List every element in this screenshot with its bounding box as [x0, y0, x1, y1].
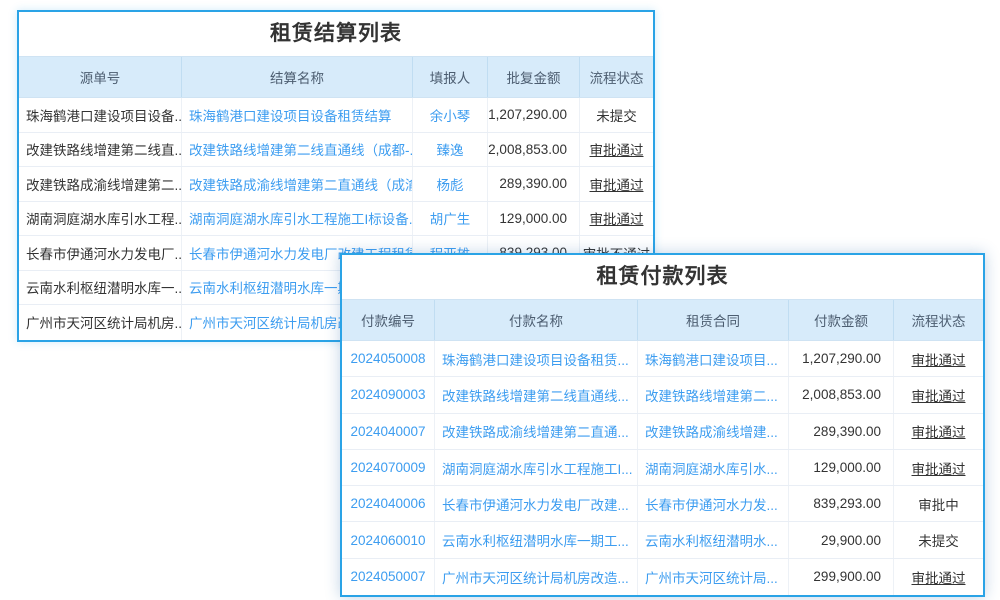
- payment-name-link[interactable]: 改建铁路成渝线增建第二直通...: [434, 414, 637, 449]
- payment-amount-cell: 299,900.00: [788, 559, 893, 595]
- table-row: 2024050008珠海鹤港口建设项目设备租赁...珠海鹤港口建设项目...1,…: [342, 341, 983, 377]
- status-badge[interactable]: 审批通过: [579, 202, 653, 236]
- column-header-5: 流程状态: [893, 300, 983, 340]
- status-badge[interactable]: 审批通过: [893, 450, 983, 485]
- payment-table-title: 租赁付款列表: [342, 255, 983, 299]
- status-badge: 未提交: [893, 522, 983, 557]
- source-order-cell: 湖南洞庭湖水库引水工程...: [19, 202, 181, 236]
- reporter-link[interactable]: 胡广生: [412, 202, 487, 236]
- table-row: 2024040007改建铁路成渝线增建第二直通...改建铁路成渝线增建...28…: [342, 414, 983, 450]
- lease-contract-link[interactable]: 改建铁路成渝线增建...: [637, 414, 788, 449]
- table-row: 2024090003改建铁路线增建第二线直通线...改建铁路线增建第二...2,…: [342, 377, 983, 413]
- lease-contract-link[interactable]: 广州市天河区统计局...: [637, 559, 788, 595]
- source-order-cell: 云南水利枢纽潜明水库一...: [19, 271, 181, 305]
- payment-no-link[interactable]: 2024060010: [342, 522, 434, 557]
- payment-no-link[interactable]: 2024050008: [342, 341, 434, 376]
- status-badge[interactable]: 审批通过: [893, 377, 983, 412]
- table-row: 改建铁路成渝线增建第二...改建铁路成渝线增建第二直通线（成渝...杨彪289,…: [19, 167, 653, 202]
- payment-name-link[interactable]: 长春市伊通河水力发电厂改建...: [434, 486, 637, 521]
- status-badge: 未提交: [579, 98, 653, 132]
- table-row: 珠海鹤港口建设项目设备...珠海鹤港口建设项目设备租赁结算余小琴1,207,29…: [19, 98, 653, 133]
- status-badge[interactable]: 审批通过: [579, 167, 653, 201]
- payment-amount-cell: 1,207,290.00: [788, 341, 893, 376]
- payment-no-link[interactable]: 2024040007: [342, 414, 434, 449]
- lease-contract-link[interactable]: 改建铁路线增建第二...: [637, 377, 788, 412]
- payment-name-link[interactable]: 珠海鹤港口建设项目设备租赁...: [434, 341, 637, 376]
- source-order-cell: 珠海鹤港口建设项目设备...: [19, 98, 181, 132]
- approved-amount-cell: 289,390.00: [487, 167, 579, 201]
- payment-amount-cell: 289,390.00: [788, 414, 893, 449]
- payment-no-link[interactable]: 2024040006: [342, 486, 434, 521]
- column-header-5: 流程状态: [579, 57, 653, 97]
- settlement-name-link[interactable]: 改建铁路线增建第二线直通线（成都-...: [181, 133, 412, 167]
- table-row: 2024070009湖南洞庭湖水库引水工程施工I...湖南洞庭湖水库引水...1…: [342, 450, 983, 486]
- settlement-name-link[interactable]: 珠海鹤港口建设项目设备租赁结算: [181, 98, 412, 132]
- reporter-link[interactable]: 余小琴: [412, 98, 487, 132]
- approved-amount-cell: 2,008,853.00: [487, 133, 579, 167]
- lease-contract-link[interactable]: 长春市伊通河水力发...: [637, 486, 788, 521]
- reporter-link[interactable]: 臻逸: [412, 133, 487, 167]
- payment-no-link[interactable]: 2024090003: [342, 377, 434, 412]
- column-header-1: 源单号: [19, 57, 181, 97]
- table-row: 2024060010云南水利枢纽潜明水库一期工...云南水利枢纽潜明水...29…: [342, 522, 983, 558]
- column-header-1: 付款编号: [342, 300, 434, 340]
- status-badge[interactable]: 审批通过: [579, 133, 653, 167]
- payment-no-link[interactable]: 2024070009: [342, 450, 434, 485]
- status-badge[interactable]: 审批通过: [893, 414, 983, 449]
- payment-name-link[interactable]: 广州市天河区统计局机房改造...: [434, 559, 637, 595]
- reporter-link[interactable]: 杨彪: [412, 167, 487, 201]
- payment-name-link[interactable]: 云南水利枢纽潜明水库一期工...: [434, 522, 637, 557]
- lease-contract-link[interactable]: 云南水利枢纽潜明水...: [637, 522, 788, 557]
- status-badge[interactable]: 审批通过: [893, 341, 983, 376]
- table-row: 2024050007广州市天河区统计局机房改造...广州市天河区统计局...29…: [342, 559, 983, 595]
- payment-table-header: 付款编号付款名称租赁合同付款金额流程状态: [342, 299, 983, 341]
- source-order-cell: 改建铁路线增建第二线直...: [19, 133, 181, 167]
- settlement-name-link[interactable]: 改建铁路成渝线增建第二直通线（成渝...: [181, 167, 412, 201]
- source-order-cell: 广州市天河区统计局机房...: [19, 305, 181, 340]
- column-header-3: 租赁合同: [637, 300, 788, 340]
- table-row: 改建铁路线增建第二线直...改建铁路线增建第二线直通线（成都-...臻逸2,00…: [19, 133, 653, 168]
- payment-no-link[interactable]: 2024050007: [342, 559, 434, 595]
- payment-table-panel: 租赁付款列表 付款编号付款名称租赁合同付款金额流程状态 2024050008珠海…: [340, 253, 985, 597]
- lease-contract-link[interactable]: 珠海鹤港口建设项目...: [637, 341, 788, 376]
- payment-name-link[interactable]: 改建铁路线增建第二线直通线...: [434, 377, 637, 412]
- source-order-cell: 改建铁路成渝线增建第二...: [19, 167, 181, 201]
- approved-amount-cell: 1,207,290.00: [487, 98, 579, 132]
- payment-amount-cell: 129,000.00: [788, 450, 893, 485]
- payment-amount-cell: 2,008,853.00: [788, 377, 893, 412]
- settlement-name-link[interactable]: 湖南洞庭湖水库引水工程施工I标设备...: [181, 202, 412, 236]
- payment-name-link[interactable]: 湖南洞庭湖水库引水工程施工I...: [434, 450, 637, 485]
- column-header-2: 付款名称: [434, 300, 637, 340]
- source-order-cell: 长春市伊通河水力发电厂...: [19, 236, 181, 270]
- column-header-2: 结算名称: [181, 57, 412, 97]
- column-header-4: 批复金额: [487, 57, 579, 97]
- status-badge[interactable]: 审批通过: [893, 559, 983, 595]
- table-row: 湖南洞庭湖水库引水工程...湖南洞庭湖水库引水工程施工I标设备...胡广生129…: [19, 202, 653, 237]
- column-header-3: 填报人: [412, 57, 487, 97]
- payment-amount-cell: 839,293.00: [788, 486, 893, 521]
- settlement-table-header: 源单号结算名称填报人批复金额流程状态: [19, 56, 653, 98]
- lease-contract-link[interactable]: 湖南洞庭湖水库引水...: [637, 450, 788, 485]
- table-row: 2024040006长春市伊通河水力发电厂改建...长春市伊通河水力发...83…: [342, 486, 983, 522]
- approved-amount-cell: 129,000.00: [487, 202, 579, 236]
- payment-table-body: 2024050008珠海鹤港口建设项目设备租赁...珠海鹤港口建设项目...1,…: [342, 341, 983, 595]
- settlement-table-title: 租赁结算列表: [19, 12, 653, 56]
- payment-amount-cell: 29,900.00: [788, 522, 893, 557]
- status-badge: 审批中: [893, 486, 983, 521]
- column-header-4: 付款金额: [788, 300, 893, 340]
